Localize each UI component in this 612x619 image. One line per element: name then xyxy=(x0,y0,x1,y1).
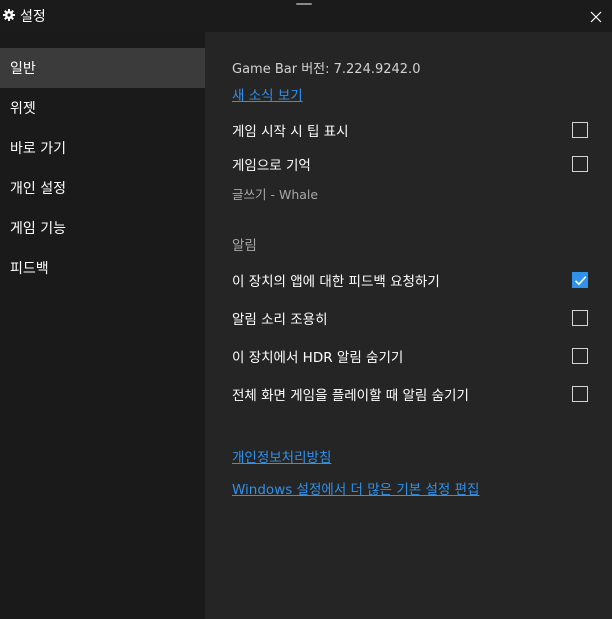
sidebar-item-feedback[interactable]: 피드백 xyxy=(0,248,205,288)
sidebar-item-label: 위젯 xyxy=(10,101,36,117)
sidebar-item-gaming-features[interactable]: 게임 기능 xyxy=(0,208,205,248)
sidebar-item-label: 개인 설정 xyxy=(10,181,66,197)
hide-fullscreen-label: 전체 화면 게임을 플레이할 때 알림 숨기기 xyxy=(232,388,469,404)
drag-handle[interactable] xyxy=(296,3,312,5)
hide-hdr-checkbox[interactable] xyxy=(572,348,588,364)
feedback-request-label: 이 장치의 앱에 대한 피드백 요청하기 xyxy=(232,274,440,290)
sidebar-item-label: 피드백 xyxy=(10,261,49,277)
sidebar-item-widgets[interactable]: 위젯 xyxy=(0,88,205,128)
hide-fullscreen-checkbox[interactable] xyxy=(572,386,588,402)
sidebar-item-label: 게임 기능 xyxy=(10,221,66,237)
settings-window: 설정 일반 위젯 바로 가기 개인 설정 게임 기능 피드백 Game Bar … xyxy=(0,0,612,619)
windows-settings-link[interactable]: Windows 설정에서 더 많은 기본 설정 편집 xyxy=(232,478,479,498)
checkmark-icon xyxy=(574,276,587,286)
window-title: 설정 xyxy=(20,9,46,25)
show-tips-label: 게임 시작 시 팁 표시 xyxy=(232,124,349,140)
remember-game-checkbox[interactable] xyxy=(572,156,588,172)
title-bar[interactable]: 설정 xyxy=(0,0,612,32)
mute-notifications-label: 알림 소리 조용히 xyxy=(232,312,328,328)
sidebar: 일반 위젯 바로 가기 개인 설정 게임 기능 피드백 xyxy=(0,32,205,619)
mute-notifications-checkbox[interactable] xyxy=(572,310,588,326)
show-tips-checkbox[interactable] xyxy=(572,122,588,138)
remember-game-app: 글쓰기 - Whale xyxy=(232,187,319,202)
close-icon xyxy=(590,11,602,23)
general-settings-panel: Game Bar 버전: 7.224.9242.0 새 소식 보기 게임 시작 … xyxy=(205,32,612,619)
notifications-section-title: 알림 xyxy=(232,238,257,254)
whats-new-link[interactable]: 새 소식 보기 xyxy=(232,84,303,104)
remember-game-label: 게임으로 기억 xyxy=(232,158,311,174)
close-button[interactable] xyxy=(589,9,603,23)
privacy-policy-link[interactable]: 개인정보처리방침 xyxy=(232,446,331,466)
sidebar-item-label: 바로 가기 xyxy=(10,141,66,157)
sidebar-item-personalization[interactable]: 개인 설정 xyxy=(0,168,205,208)
version-text: Game Bar 버전: 7.224.9242.0 xyxy=(232,62,421,77)
sidebar-item-general[interactable]: 일반 xyxy=(0,48,205,88)
hide-hdr-label: 이 장치에서 HDR 알림 숨기기 xyxy=(232,350,404,366)
feedback-request-checkbox[interactable] xyxy=(572,272,588,288)
sidebar-item-shortcuts[interactable]: 바로 가기 xyxy=(0,128,205,168)
sidebar-item-label: 일반 xyxy=(10,61,36,77)
gear-icon xyxy=(3,9,15,21)
